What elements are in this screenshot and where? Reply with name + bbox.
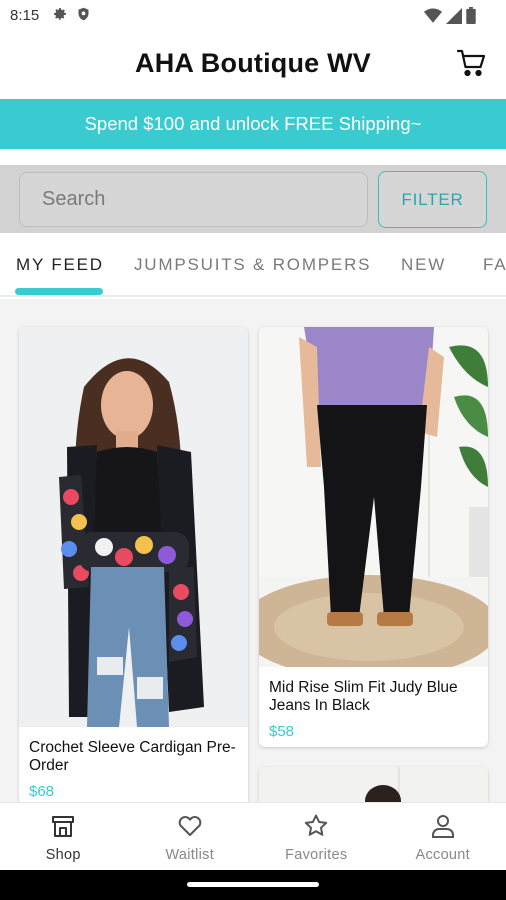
tab-partial[interactable]: FA: [483, 255, 506, 275]
promo-banner[interactable]: Spend $100 and unlock FREE Shipping~: [0, 99, 506, 149]
product-image: [259, 327, 488, 667]
product-card[interactable]: Crochet Sleeve Cardigan Pre-Order $68: [19, 327, 248, 802]
product-price: $58: [269, 723, 295, 740]
tab-new[interactable]: NEW: [401, 255, 446, 275]
product-image: [259, 767, 488, 802]
search-input[interactable]: [19, 172, 368, 227]
cart-button[interactable]: [456, 48, 486, 78]
status-time: 8:15: [10, 7, 40, 24]
product-card[interactable]: [259, 767, 488, 802]
nav-waitlist[interactable]: Waitlist: [127, 803, 254, 870]
tab-my-feed[interactable]: MY FEED: [16, 255, 104, 275]
nav-account[interactable]: Account: [380, 803, 506, 870]
product-card[interactable]: Mid Rise Slim Fit Judy Blue Jeans In Bla…: [259, 327, 488, 747]
status-left-icons: [52, 6, 91, 22]
wifi-icon: [424, 8, 442, 23]
heart-icon: [178, 816, 202, 836]
app-header: AHA Boutique WV: [0, 32, 506, 98]
account-icon: [431, 815, 454, 838]
filter-button[interactable]: FILTER: [378, 171, 487, 228]
promo-text: Spend $100 and unlock FREE Shipping~: [84, 113, 422, 134]
star-icon: [305, 814, 328, 836]
product-title: Crochet Sleeve Cardigan Pre-Order: [29, 739, 236, 774]
product-feed: Crochet Sleeve Cardigan Pre-Order $68 Mi…: [0, 299, 506, 802]
product-price: $68: [29, 783, 55, 800]
home-gesture-handle[interactable]: [187, 882, 319, 887]
search-bar: FILTER: [0, 165, 506, 233]
settings-gear-icon: [54, 8, 66, 20]
bottom-nav: Shop Waitlist Favorites Account: [0, 802, 506, 870]
category-tabs: MY FEED JUMPSUITS & ROMPERS NEW FA: [0, 233, 506, 297]
nav-favorites[interactable]: Favorites: [253, 803, 380, 870]
nav-label-account: Account: [415, 847, 470, 863]
system-gesture-bar: [0, 870, 506, 900]
battery-icon: [466, 7, 476, 24]
product-image: [19, 327, 248, 727]
shop-icon: [52, 816, 75, 837]
nav-label-favorites: Favorites: [285, 847, 348, 863]
product-title: Mid Rise Slim Fit Judy Blue Jeans In Bla…: [269, 679, 458, 714]
nav-label-waitlist: Waitlist: [165, 847, 215, 863]
nav-shop[interactable]: Shop: [0, 803, 127, 870]
active-tab-indicator: [15, 288, 103, 295]
shield-icon: [78, 7, 89, 21]
app-title: AHA Boutique WV: [135, 48, 371, 78]
cart-icon: [456, 49, 486, 77]
nav-label-shop: Shop: [45, 847, 81, 863]
status-bar: 8:15: [0, 0, 506, 32]
tab-jumpsuits-rompers[interactable]: JUMPSUITS & ROMPERS: [134, 255, 371, 275]
status-right-icons: [424, 7, 476, 24]
signal-icon: [446, 7, 462, 24]
